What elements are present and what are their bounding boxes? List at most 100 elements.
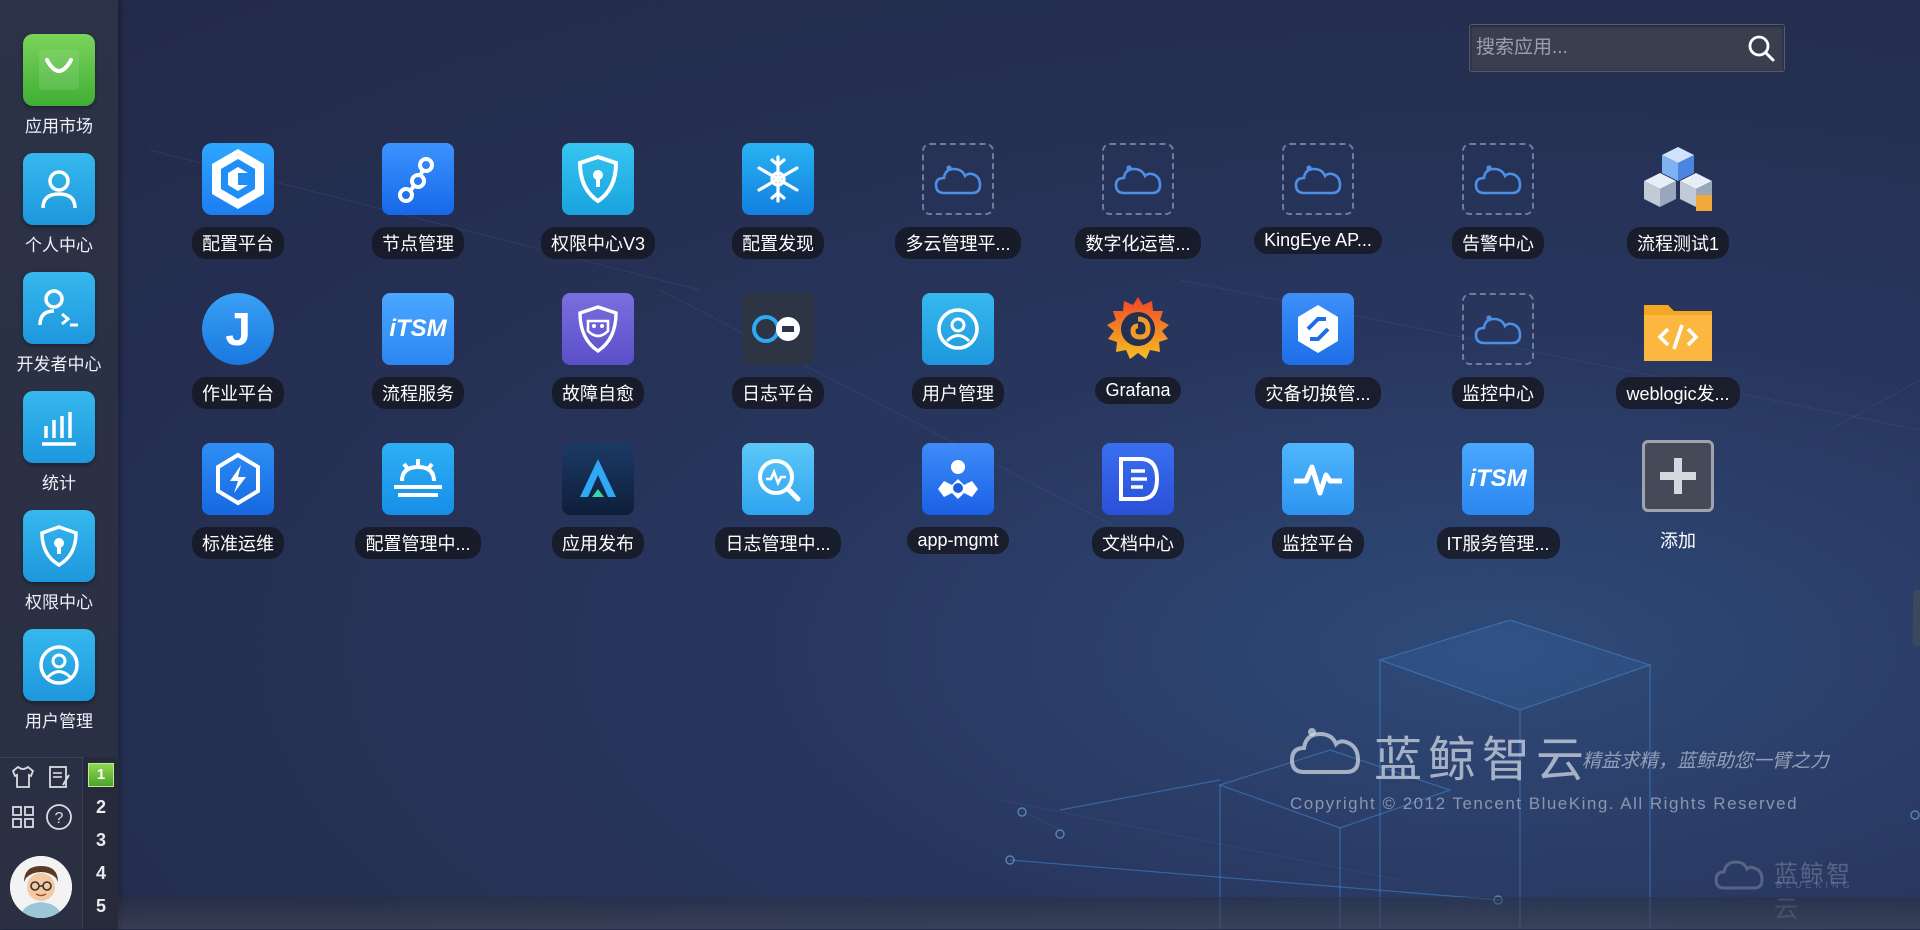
app-label: 日志平台 <box>732 377 824 409</box>
plus-icon <box>1642 440 1714 512</box>
app-label: 用户管理 <box>912 377 1004 409</box>
user-circle-icon <box>23 629 95 701</box>
cmdb-icon <box>202 143 274 215</box>
app-flow-service[interactable]: iTSM 流程服务 <box>343 293 493 414</box>
dock-user-management[interactable]: 用户管理 <box>0 629 118 732</box>
app-label: 应用发布 <box>552 527 644 559</box>
code-folder-icon <box>1642 293 1714 365</box>
settings-icon <box>382 443 454 515</box>
app-config-mgmt-center[interactable]: 配置管理中... <box>343 443 493 564</box>
app-label: IT服务管理... <box>1436 527 1560 559</box>
app-weblogic[interactable]: weblogic发... <box>1603 293 1753 414</box>
side-panel-handle[interactable] <box>1913 590 1920 646</box>
dock-personal-center[interactable]: 个人中心 <box>0 153 118 256</box>
search-icon[interactable] <box>1746 33 1776 63</box>
app-job-platform[interactable]: J 作业平台 <box>163 293 313 414</box>
app-label: 标准运维 <box>192 527 284 559</box>
shield-icon <box>562 143 634 215</box>
app-label: 灾备切换管... <box>1255 377 1381 409</box>
app-grafana[interactable]: Grafana <box>1063 293 1213 409</box>
desktop-2-button[interactable]: 2 <box>83 797 119 818</box>
app-label: 流程测试1 <box>1626 227 1729 259</box>
app-label: 配置发现 <box>732 227 824 259</box>
shopping-bag-icon <box>23 34 95 106</box>
desktop-switcher: 1 2 3 4 5 <box>82 757 119 929</box>
desktop-3-button[interactable]: 3 <box>83 830 119 851</box>
app-label: weblogic发... <box>1616 377 1740 409</box>
copyright-text: Copyright © 2012 Tencent BlueKing. All R… <box>1290 794 1799 813</box>
itsm-icon: iTSM <box>1462 443 1534 515</box>
note-icon[interactable] <box>44 762 74 792</box>
app-label: 作业平台 <box>192 377 284 409</box>
app-log-mgmt-center[interactable]: 日志管理中... <box>703 443 853 564</box>
cloud-placeholder-icon <box>1462 293 1534 365</box>
shield-face-icon <box>562 293 634 365</box>
app-release[interactable]: 应用发布 <box>523 443 673 564</box>
add-app-button[interactable]: 添加 <box>1603 440 1753 561</box>
small-logo-icon <box>1714 860 1764 890</box>
developer-icon <box>23 272 95 344</box>
app-user-management[interactable]: 用户管理 <box>883 293 1033 414</box>
help-icon[interactable]: ? <box>44 802 74 832</box>
app-standard-ops[interactable]: 标准运维 <box>163 443 313 564</box>
app-label: 监控平台 <box>1272 527 1364 559</box>
dock-app-label: 用户管理 <box>25 712 93 731</box>
dock-app-label: 个人中心 <box>25 236 93 255</box>
app-multicloud[interactable]: 多云管理平... <box>883 143 1033 264</box>
desktop-1-button[interactable]: 1 <box>83 763 119 787</box>
app-config-discovery[interactable]: 配置发现 <box>703 143 853 264</box>
app-label: KingEye AP... <box>1254 227 1382 254</box>
app-node-management[interactable]: 节点管理 <box>343 143 493 264</box>
small-watermark: 蓝鲸智云 BLUEKING <box>1714 852 1874 923</box>
cloud-placeholder-icon <box>1282 143 1354 215</box>
avatar[interactable] <box>10 856 72 918</box>
small-watermark-sub: BLUEKING <box>1776 880 1854 890</box>
user-circle-icon <box>922 293 994 365</box>
dock-statistics[interactable]: 统计 <box>0 391 118 494</box>
shield-icon <box>23 510 95 582</box>
app-label: 监控中心 <box>1452 377 1544 409</box>
blueking-watermark: 蓝鲸智云 精益求精，蓝鲸助您一臂之力 Copyright © 2012 Tenc… <box>1290 712 1850 822</box>
desktop-5-button[interactable]: 5 <box>83 896 119 917</box>
cloud-placeholder-icon <box>922 143 994 215</box>
app-disaster-recovery[interactable]: 灾备切换管... <box>1243 293 1393 414</box>
search-box <box>1469 24 1785 72</box>
grid-icon[interactable] <box>8 802 38 832</box>
app-kingeye[interactable]: KingEye AP... <box>1243 143 1393 259</box>
user-icon <box>23 153 95 225</box>
app-label: Grafana <box>1095 377 1181 404</box>
left-dock: 应用市场 个人中心 开发者中心 统计 权限中心 用户管理 ? 1 2 3 4 5 <box>0 0 119 929</box>
app-app-mgmt[interactable]: app-mgmt <box>883 443 1033 559</box>
app-config-platform[interactable]: 配置平台 <box>163 143 313 264</box>
dock-app-market[interactable]: 应用市场 <box>0 34 118 137</box>
desktop-4-button[interactable]: 4 <box>83 863 119 884</box>
dock-developer-center[interactable]: 开发者中心 <box>0 272 118 375</box>
job-icon: J <box>202 293 274 365</box>
app-label: 节点管理 <box>372 227 464 259</box>
search-input[interactable] <box>1474 29 1740 67</box>
app-log-platform[interactable]: 日志平台 <box>703 293 853 414</box>
release-a-icon <box>562 443 634 515</box>
cloud-placeholder-icon <box>1102 143 1174 215</box>
app-label: app-mgmt <box>907 527 1009 554</box>
app-alert-center[interactable]: 告警中心 <box>1423 143 1573 264</box>
bottom-bar <box>118 897 1920 929</box>
dock-permission-center[interactable]: 权限中心 <box>0 510 118 613</box>
app-digital-ops[interactable]: 数字化运营... <box>1063 143 1213 264</box>
app-monitor-center[interactable]: 监控中心 <box>1423 293 1573 414</box>
app-fault-recovery[interactable]: 故障自愈 <box>523 293 673 414</box>
log-icon <box>742 293 814 365</box>
itsm-icon: iTSM <box>382 293 454 365</box>
dock-app-label: 开发者中心 <box>16 355 102 374</box>
app-permission-center-v3[interactable]: 权限中心V3 <box>523 143 673 264</box>
gear-lightning-icon <box>202 443 274 515</box>
app-flow-test[interactable]: 流程测试1 <box>1603 143 1753 264</box>
dock-app-label: 应用市场 <box>25 117 93 136</box>
app-it-service-mgmt[interactable]: iTSM IT服务管理... <box>1423 443 1573 564</box>
pulse-icon <box>1282 443 1354 515</box>
theme-icon[interactable] <box>8 762 38 792</box>
app-monitor-platform[interactable]: 监控平台 <box>1243 443 1393 564</box>
app-label: 配置平台 <box>192 227 284 259</box>
app-doc-center[interactable]: 文档中心 <box>1063 443 1213 564</box>
app-label: 文档中心 <box>1092 527 1184 559</box>
